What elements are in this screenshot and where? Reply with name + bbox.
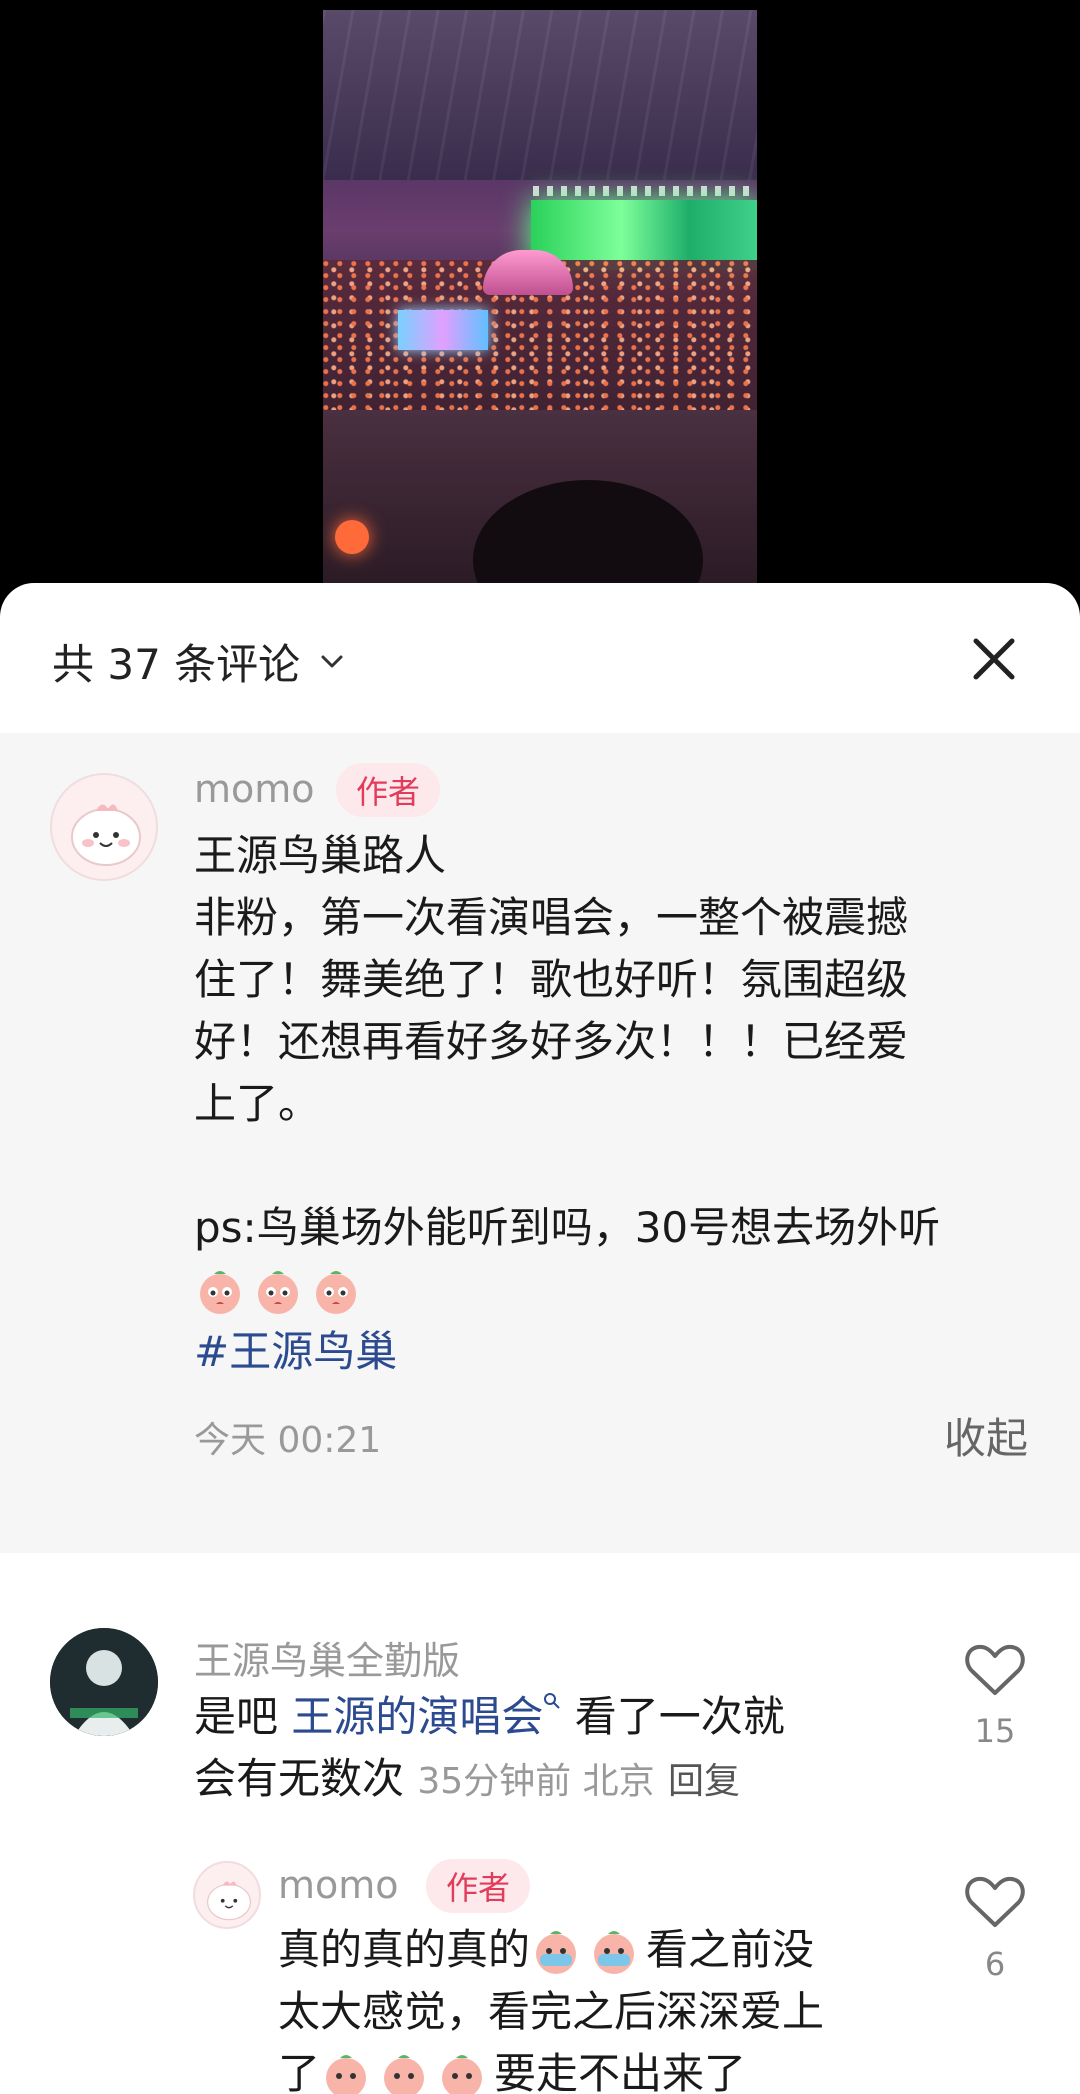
comment-ps-line: ps:鸟巢场外能听到吗，30号想去场外听 <box>194 1203 941 1252</box>
peach-avatar-icon <box>206 1881 252 1921</box>
comment-text: 是吧 王源的演唱会 看了一次就 会有无数次 35分钟前 北京 回复 <box>194 1686 914 1813</box>
reply-username[interactable]: momo <box>278 1863 399 1907</box>
author-username[interactable]: momo <box>194 767 315 811</box>
heart-outline-icon[interactable] <box>964 1641 1026 1699</box>
peach-crying-emoji-icon <box>384 2055 425 2094</box>
comment-username[interactable]: 王源鸟巢全勤版 <box>194 1630 460 1685</box>
stage-lights <box>533 186 755 196</box>
peach-crying-emoji-icon <box>536 1931 577 1974</box>
search-link[interactable]: 王源的演唱会 <box>291 1692 543 1741</box>
peach-crying-emoji-icon <box>442 2055 483 2094</box>
peach-crying-emoji-icon <box>594 1931 635 1974</box>
chevron-down-icon <box>321 655 343 667</box>
reply-text-line2: 太大感觉，看完之后深深爱上 <box>278 1987 825 2036</box>
peach-crying-emoji-icon <box>316 1271 356 1314</box>
reply-text-line3b: 要走不出来了 <box>494 2049 747 2094</box>
like-count: 6 <box>984 1945 1006 1983</box>
peach-crying-emoji-icon <box>200 1271 240 1314</box>
comment-body-line: 好！还想再看好多好多次！！！已经爱 <box>194 1017 909 1066</box>
peach-crying-emoji-icon <box>326 2055 367 2094</box>
comment-text-suffix: 看了一次就 <box>561 1692 785 1741</box>
comment-body-line: 非粉，第一次看演唱会，一整个被震撼 <box>194 893 909 942</box>
author-badge: 作者 <box>336 763 441 817</box>
avatar[interactable] <box>193 1861 261 1929</box>
hashtag-link[interactable]: #王源鸟巢 <box>194 1321 1034 1383</box>
comment-title-line: 王源鸟巢路人 <box>194 831 447 880</box>
user-avatar-icon <box>50 1628 158 1736</box>
collapse-button[interactable]: 收起 <box>944 1405 1028 1466</box>
heart-outline-icon[interactable] <box>964 1873 1026 1931</box>
side-screen <box>398 310 488 350</box>
author-badge: 作者 <box>426 1859 531 1913</box>
comment-meta: 35分钟前 北京 <box>417 1761 655 1802</box>
comment-count-toggle[interactable]: 共 37 条评论 <box>52 631 346 692</box>
avatar[interactable] <box>50 1628 158 1736</box>
avatar[interactable] <box>50 773 158 881</box>
comment-count-label: 共 37 条评论 <box>52 640 301 689</box>
author-comment-text: 王源鸟巢路人 非粉，第一次看演唱会，一整个被震撼 住了！舞美绝了！歌也好听！氛围… <box>194 825 1034 1383</box>
like-count: 15 <box>974 1712 1016 1750</box>
video-player[interactable] <box>0 0 1080 600</box>
comment-text-line2: 会有无数次 <box>194 1754 418 1803</box>
comments-sheet: 共 37 条评论 momo 作者 王源鸟巢路人 非粉，第一次看演唱会，一整个被震… <box>0 583 1080 2094</box>
reply-button[interactable]: 回复 <box>668 1761 740 1802</box>
close-icon[interactable] <box>970 635 1018 683</box>
reply-text-line3a: 了 <box>278 2049 321 2094</box>
peach-avatar-icon <box>71 804 141 866</box>
stadium-roof <box>323 10 757 180</box>
reply-text-line1b: 看之前没 <box>646 1925 815 1974</box>
comment-body-line: 上了。 <box>194 1079 321 1128</box>
concert-video-frame <box>323 10 757 590</box>
search-icon <box>544 1693 561 1709</box>
comment-body-line: 住了！舞美绝了！歌也好听！氛围超级 <box>194 955 909 1004</box>
author-comment: momo 作者 王源鸟巢路人 非粉，第一次看演唱会，一整个被震撼 住了！舞美绝了… <box>0 733 1080 1553</box>
reply-text-line1a: 真的真的真的 <box>278 1925 531 1974</box>
comment-timestamp: 今天 00:21 <box>194 1420 382 1461</box>
sheet-header: 共 37 条评论 <box>0 583 1080 733</box>
peach-crying-emoji-icon <box>258 1271 298 1314</box>
emoji-row <box>194 1259 1034 1321</box>
comment-text-prefix: 是吧 <box>194 1692 292 1741</box>
reply-text: 真的真的真的 看之前没 太大感觉，看完之后深深爱上 了 要走不出来了 <box>278 1919 918 2094</box>
light-stick <box>335 520 369 554</box>
